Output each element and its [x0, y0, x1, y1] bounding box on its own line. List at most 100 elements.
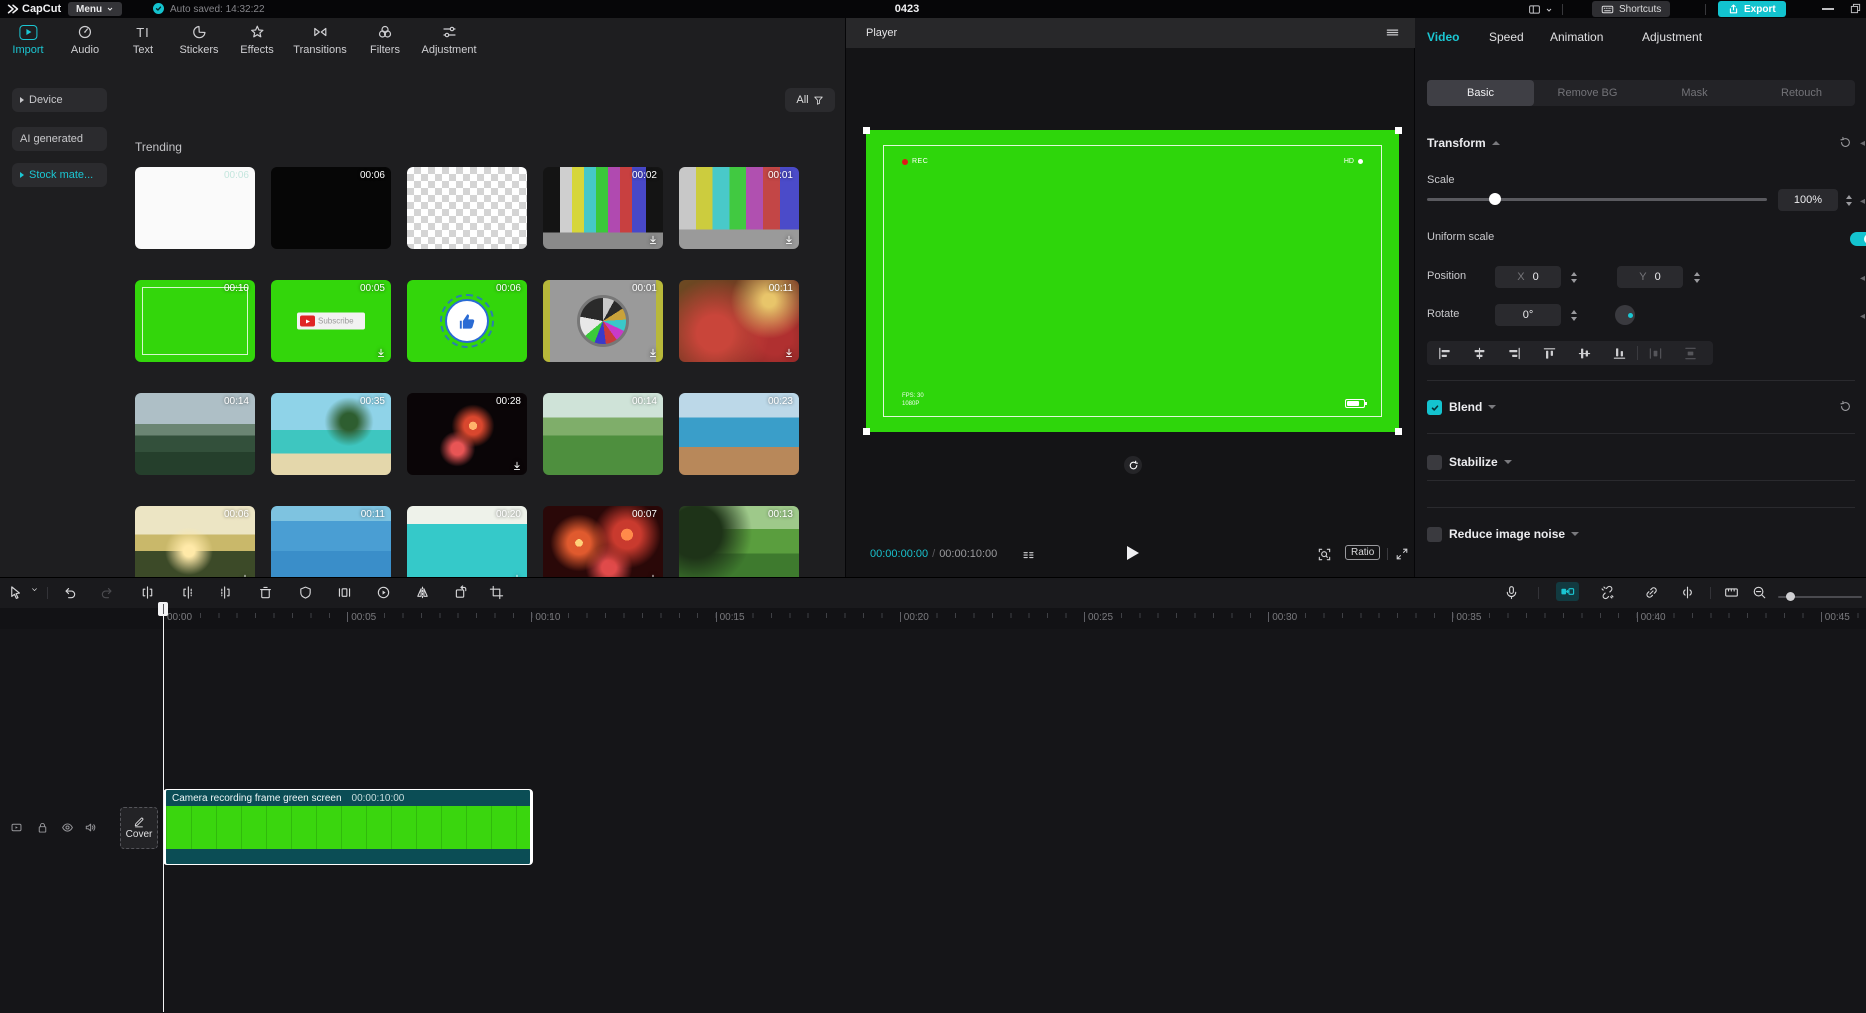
keyframe-mark[interactable]: ◂ [1860, 311, 1865, 322]
blend-reset-icon[interactable] [1839, 400, 1852, 413]
stock-thumbnail-palm[interactable]: 00:35 [271, 393, 391, 475]
keyframe-mark[interactable]: ◂ [1860, 196, 1865, 207]
inspector-tab-speed[interactable]: Speed [1489, 30, 1524, 44]
delete-left-button[interactable] [179, 585, 194, 600]
preview-quality-icon[interactable] [1022, 549, 1035, 562]
subtab-remove-bg[interactable]: Remove BG [1534, 80, 1641, 106]
transform-section-header[interactable]: Transform [1427, 136, 1500, 150]
scale-stepper[interactable] [1842, 189, 1856, 211]
noise-checkbox[interactable] [1427, 527, 1442, 542]
stock-thumbnail-colorbars[interactable]: 00:01 [679, 167, 799, 249]
timeline-zoom-slider-thumb[interactable] [1786, 592, 1795, 601]
subtab-basic[interactable]: Basic [1427, 80, 1534, 106]
playhead-handle[interactable] [158, 602, 168, 616]
download-icon[interactable] [647, 234, 659, 246]
sidebar-item-ai-generated[interactable]: AI generated [12, 127, 107, 151]
scale-slider-track[interactable] [1427, 198, 1767, 201]
position-x-stepper[interactable] [1567, 266, 1581, 288]
subtab-retouch[interactable]: Retouch [1748, 80, 1855, 106]
media-tab-effects[interactable]: Effects [240, 23, 273, 56]
stabilize-checkbox[interactable] [1427, 455, 1442, 470]
filter-all-button[interactable]: All [785, 88, 835, 112]
undo-button[interactable] [62, 585, 77, 600]
mask-button[interactable] [298, 585, 313, 600]
scale-value-field[interactable]: 100% [1778, 189, 1838, 211]
stock-thumbnail-pool[interactable]: 00:20 [407, 506, 527, 577]
rotate-value-field[interactable]: 0° [1495, 304, 1561, 326]
fullscreen-icon[interactable] [1395, 547, 1409, 561]
transform-reset-icon[interactable] [1839, 136, 1852, 149]
selection-handle-tl[interactable] [863, 127, 870, 134]
align-center-vertical-button[interactable] [1567, 341, 1602, 365]
freeze-frame-button[interactable] [337, 585, 352, 600]
timeline-ruler[interactable]: 00:0000:0500:1000:1500:2000:2500:3000:35… [0, 608, 1866, 629]
download-icon[interactable] [647, 347, 659, 359]
rotate-stepper[interactable] [1567, 304, 1581, 326]
media-tab-import[interactable]: Import [12, 23, 43, 56]
redo-button[interactable] [100, 585, 115, 600]
select-tool-chevron-icon[interactable] [30, 585, 39, 594]
rotate-clip-button[interactable] [453, 585, 468, 600]
export-button[interactable]: Export [1718, 1, 1786, 17]
layout-icon[interactable] [1528, 3, 1541, 16]
lock-track-icon[interactable] [36, 821, 49, 834]
rotate-dial[interactable] [1615, 305, 1635, 325]
ratio-button[interactable]: Ratio [1345, 545, 1380, 560]
stabilize-section-header[interactable]: Stabilize [1449, 455, 1512, 469]
stock-thumbnail-gifts[interactable]: 00:11 [679, 280, 799, 362]
media-tab-stickers[interactable]: Stickers [179, 23, 218, 56]
reverse-button[interactable] [376, 585, 391, 600]
position-y-stepper[interactable] [1690, 266, 1704, 288]
media-tab-text[interactable]: TIText [133, 23, 153, 56]
selection-handle-bl[interactable] [863, 428, 870, 435]
align-left-button[interactable] [1427, 341, 1462, 365]
zoom-out-button[interactable] [1752, 585, 1767, 600]
inspector-tab-adjustment[interactable]: Adjustment [1642, 30, 1702, 44]
play-button[interactable] [1127, 546, 1139, 560]
stock-thumbnail-white[interactable]: 00:06 [135, 167, 255, 249]
select-tool[interactable] [8, 585, 23, 600]
stock-thumbnail-city[interactable]: 00:14 [135, 393, 255, 475]
media-tab-transitions[interactable]: Transitions [293, 23, 346, 56]
mirror-button[interactable] [415, 585, 430, 600]
stock-thumbnail-dancers[interactable]: 00:14 [543, 393, 663, 475]
stock-thumbnail-colorbars-v[interactable]: 00:02 [543, 167, 663, 249]
delete-right-button[interactable] [219, 585, 234, 600]
restore-window-button[interactable] [1850, 3, 1861, 14]
stock-thumbnail-black[interactable]: 00:06 [271, 167, 391, 249]
stock-thumbnail-green-like[interactable]: 00:06 [407, 280, 527, 362]
player-menu-icon[interactable] [1385, 25, 1400, 40]
layout-chevron-icon[interactable] [1545, 6, 1553, 14]
download-icon[interactable] [783, 234, 795, 246]
stock-thumbnail-forest[interactable]: 00:06 [135, 506, 255, 577]
position-y-field[interactable]: Y 0 [1617, 266, 1683, 288]
toggle-visibility-icon[interactable] [61, 821, 74, 834]
stock-thumbnail-green-subscribe[interactable]: Subscribe00:05 [271, 280, 391, 362]
download-icon[interactable] [375, 347, 387, 359]
stock-thumbnail-fireworks-red[interactable]: 00:07 [543, 506, 663, 577]
blend-checkbox[interactable] [1427, 400, 1442, 415]
auto-split-button[interactable] [1600, 585, 1615, 600]
inspector-tab-animation[interactable]: Animation [1550, 30, 1603, 44]
stock-thumbnail-ocean[interactable]: 00:11 [271, 506, 391, 577]
cover-button[interactable]: Cover [120, 807, 158, 849]
stock-thumbnail-checker[interactable] [407, 167, 527, 249]
position-x-field[interactable]: X 0 [1495, 266, 1561, 288]
mute-track-icon[interactable] [84, 821, 97, 834]
stock-thumbnail-beach-friends[interactable]: 00:23 [679, 393, 799, 475]
scale-slider-thumb[interactable] [1489, 193, 1501, 205]
linking-button[interactable] [1644, 585, 1659, 600]
minimize-button[interactable] [1822, 8, 1834, 10]
sidebar-item-device[interactable]: Device [12, 88, 107, 112]
menu-button[interactable]: Menu [68, 2, 122, 16]
inspector-tab-video[interactable]: Video [1427, 30, 1459, 44]
sidebar-item-stock-mate[interactable]: Stock mate... [12, 163, 107, 187]
rotate-handle[interactable] [1124, 456, 1142, 474]
stock-thumbnail-testcard[interactable]: 00:01 [543, 280, 663, 362]
align-right-button[interactable] [1497, 341, 1532, 365]
align-bottom-button[interactable] [1602, 341, 1637, 365]
keyframe-button[interactable] [1680, 585, 1695, 600]
blend-section-header[interactable]: Blend [1449, 400, 1496, 414]
stock-thumbnail-park[interactable]: 00:13 [679, 506, 799, 577]
subtab-mask[interactable]: Mask [1641, 80, 1748, 106]
